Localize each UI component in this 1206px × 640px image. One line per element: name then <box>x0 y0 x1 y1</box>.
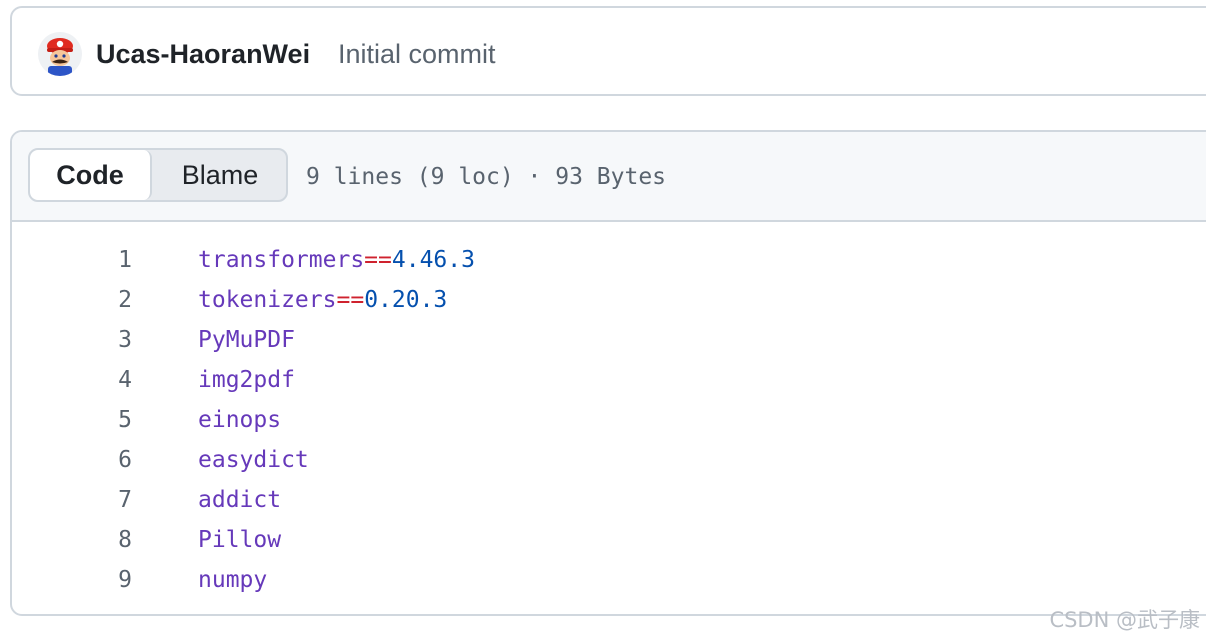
code-text: img2pdf <box>198 360 295 400</box>
package-name: PyMuPDF <box>198 327 295 353</box>
code-text: easydict <box>198 440 309 480</box>
package-version: 4.46.3 <box>391 247 475 273</box>
watermark: CSDN @武子康 <box>1049 608 1200 632</box>
code-text: transformers==4.46.3 <box>198 240 475 280</box>
commit-author-link[interactable]: Ucas-HaoranWei <box>96 38 310 70</box>
code-line: 2 tokenizers==0.20.3 <box>12 280 1206 320</box>
file-viewer: Code Blame 9 lines (9 loc) · 93 Bytes 1 … <box>10 130 1206 616</box>
view-mode-toggle: Code Blame <box>28 148 288 202</box>
code-line: 1 transformers==4.46.3 <box>12 240 1206 280</box>
file-header: Code Blame 9 lines (9 loc) · 93 Bytes <box>12 132 1206 222</box>
package-version: 0.20.3 <box>364 287 448 313</box>
package-name: einops <box>198 407 282 433</box>
version-operator: == <box>336 287 365 313</box>
package-name: addict <box>198 487 282 513</box>
code-line: 4 img2pdf <box>12 360 1206 400</box>
code-text: numpy <box>198 560 267 600</box>
code-line: 9 numpy <box>12 560 1206 600</box>
package-name: transformers <box>198 247 365 273</box>
package-name: numpy <box>198 567 268 593</box>
code-text: PyMuPDF <box>198 320 295 360</box>
line-number[interactable]: 8 <box>82 520 132 560</box>
line-number[interactable]: 4 <box>82 360 132 400</box>
code-line: 3 PyMuPDF <box>12 320 1206 360</box>
latest-commit-bar: Ucas-HaoranWei Initial commit <box>10 6 1206 96</box>
line-number[interactable]: 2 <box>82 280 132 320</box>
tab-code[interactable]: Code <box>30 150 152 200</box>
code-line: 6 easydict <box>12 440 1206 480</box>
package-name: img2pdf <box>198 367 295 393</box>
code-text: tokenizers==0.20.3 <box>198 280 447 320</box>
line-number[interactable]: 7 <box>82 480 132 520</box>
line-number[interactable]: 1 <box>82 240 132 280</box>
line-number[interactable]: 3 <box>82 320 132 360</box>
line-number[interactable]: 6 <box>82 440 132 480</box>
tab-blame[interactable]: Blame <box>152 150 286 200</box>
mario-avatar-icon[interactable] <box>38 32 82 76</box>
package-name: Pillow <box>198 527 282 553</box>
code-text: einops <box>198 400 281 440</box>
line-number[interactable]: 5 <box>82 400 132 440</box>
code-text: Pillow <box>198 520 281 560</box>
file-info: 9 lines (9 loc) · 93 Bytes <box>306 164 667 190</box>
package-name: easydict <box>198 447 309 473</box>
code-line: 7 addict <box>12 480 1206 520</box>
code-line: 8 Pillow <box>12 520 1206 560</box>
package-name: tokenizers <box>198 287 337 313</box>
version-operator: == <box>364 247 392 273</box>
commit-message-link[interactable]: Initial commit <box>338 38 496 70</box>
code-text: addict <box>198 480 281 520</box>
line-number[interactable]: 9 <box>82 560 132 600</box>
code-line: 5 einops <box>12 400 1206 440</box>
